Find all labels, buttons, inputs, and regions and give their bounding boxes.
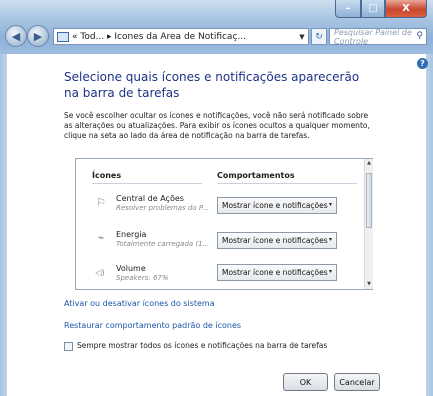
system-icons-link[interactable]: Ativar ou desativar ícones do sistema — [64, 299, 215, 308]
close-button[interactable]: X — [385, 0, 427, 18]
behavior-select-action-center[interactable]: Mostrar ícone e notificações ▾ — [217, 197, 337, 214]
row-subtitle-volume: Speakers: 67% — [116, 274, 169, 282]
scroll-down-icon[interactable]: ▼ — [365, 280, 373, 289]
window-frame-left — [0, 54, 7, 396]
window-frame-right — [426, 54, 433, 396]
scroll-thumb[interactable] — [366, 173, 372, 228]
column-header-icons: Ícones — [92, 171, 122, 180]
header-divider — [217, 183, 357, 184]
behavior-select-power[interactable]: Mostrar ícone e notificações ▾ — [217, 232, 337, 249]
row-name-action-center: Central de Ações — [116, 194, 184, 203]
minimize-button[interactable]: – — [335, 0, 361, 18]
table-scrollbar[interactable]: ▲ ▼ — [364, 159, 373, 289]
always-show-checkbox[interactable] — [64, 342, 73, 351]
address-bar[interactable]: « Tod... ▸ Ícones da Área de Notificaç..… — [53, 28, 309, 45]
control-panel-icon — [57, 31, 69, 42]
column-header-behaviors: Comportamentos — [217, 171, 295, 180]
search-placeholder: Pesquisar Painel de Controle — [334, 27, 412, 46]
row-name-power: Energia — [116, 230, 147, 239]
caption-buttons: – □ X — [335, 0, 427, 18]
row-subtitle-power: Totalmente carregada (1... — [116, 240, 210, 248]
behavior-select-volume[interactable]: Mostrar ícone e notificações ▾ — [217, 264, 337, 281]
behavior-value: Mostrar ícone e notificações — [222, 201, 328, 210]
ok-button[interactable]: OK — [283, 373, 328, 391]
back-button[interactable]: ◀ — [5, 25, 27, 47]
refresh-button[interactable]: ↻ — [311, 28, 327, 45]
speaker-icon: ◁) — [95, 268, 105, 277]
cancel-button[interactable]: Cancelar — [334, 373, 380, 391]
flag-icon: ⚐ — [96, 196, 106, 209]
page-description: Se você escolher ocultar os ícones e not… — [64, 111, 370, 140]
help-icon[interactable]: ? — [417, 58, 428, 69]
back-arrow-icon: ◀ — [11, 29, 21, 43]
behavior-value: Mostrar ícone e notificações — [222, 236, 328, 245]
address-breadcrumb[interactable]: « Tod... ▸ Ícones da Área de Notificaç..… — [72, 32, 296, 42]
refresh-icon: ↻ — [315, 31, 323, 42]
header-divider — [92, 183, 202, 184]
always-show-label[interactable]: Sempre mostrar todos os ícones e notific… — [77, 341, 327, 350]
scroll-up-icon[interactable]: ▲ — [365, 159, 373, 168]
chevron-down-icon: ▾ — [328, 268, 332, 275]
power-icon: ⌁ — [97, 231, 105, 244]
restore-defaults-link[interactable]: Restaurar comportamento padrão de ícones — [64, 321, 241, 330]
page-title: Selecione quais ícones e notificações ap… — [64, 70, 360, 100]
row-name-volume: Volume — [116, 264, 146, 273]
forward-arrow-icon: ▶ — [33, 29, 43, 43]
search-input[interactable]: Pesquisar Painel de Controle ⚲ — [329, 27, 427, 46]
notification-area-icons-window: – □ X ◀ ▶ « Tod... ▸ Ícones da Área de N… — [0, 0, 433, 396]
behavior-value: Mostrar ícone e notificações — [222, 268, 328, 277]
address-dropdown-icon[interactable]: ▼ — [296, 33, 308, 41]
row-subtitle-action-center: Resolver problemas do P... — [116, 204, 209, 212]
chevron-down-icon: ▾ — [328, 201, 332, 208]
forward-button[interactable]: ▶ — [27, 25, 49, 47]
chevron-down-icon: ▾ — [328, 236, 332, 243]
maximize-button[interactable]: □ — [361, 0, 385, 18]
search-icon[interactable]: ⚲ — [416, 31, 423, 41]
